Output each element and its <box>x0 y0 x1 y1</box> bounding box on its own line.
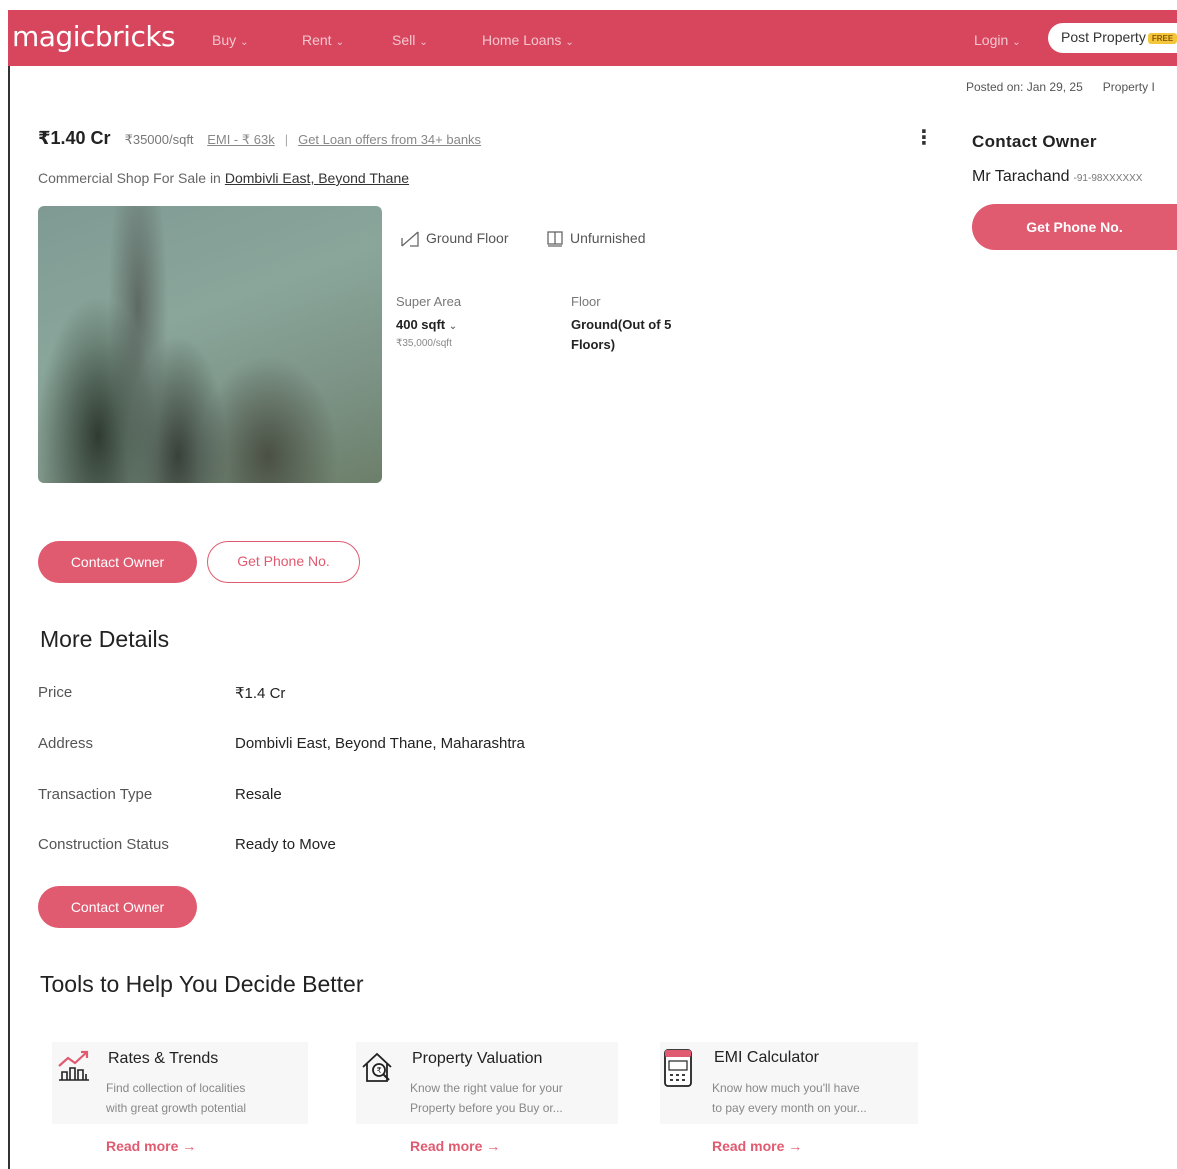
listing-price: ₹1.40 Cr <box>38 128 111 148</box>
divider: | <box>284 132 289 147</box>
furnishing-icon <box>547 231 563 247</box>
listing-location-link[interactable]: Dombivli East, Beyond Thane <box>225 170 409 186</box>
get-phone-button[interactable]: Get Phone No. <box>207 541 360 583</box>
super-area-value-text: 400 sqft <box>396 317 446 332</box>
super-area-label: Super Area <box>396 294 462 309</box>
detail-value-price: ₹1.4 Cr <box>235 685 286 702</box>
nav-home-loans[interactable]: Home Loans ⌄ <box>482 32 574 48</box>
rates-trends-icon <box>58 1050 89 1081</box>
tool-desc-emi-calculator: Know how much you'll have to pay every mo… <box>712 1078 922 1118</box>
detail-value-address: Dombivli East, Beyond Thane, Maharashtra <box>235 735 525 752</box>
floor-value-line1: Ground(Out of 5 <box>571 317 672 332</box>
tool-desc-line: Know the right value for your <box>410 1081 563 1095</box>
nav-buy-label: Buy <box>212 32 237 48</box>
emi-calculator-icon <box>664 1049 692 1087</box>
property-id: Property I <box>1102 80 1155 94</box>
floor-chip: Ground Floor <box>400 230 508 248</box>
arrow-right-icon: → <box>486 1138 501 1154</box>
chevron-down-icon: ⌄ <box>240 37 249 48</box>
owner-info: Mr Tarachand -91-98XXXXXX <box>972 168 1142 186</box>
furnishing-chip-label: Unfurnished <box>570 230 646 246</box>
chevron-down-icon[interactable]: ⌄ <box>449 321 457 332</box>
tool-desc-line: with great growth potential <box>106 1101 247 1115</box>
chevron-down-icon: ⌄ <box>335 37 344 48</box>
emi-link[interactable]: EMI - ₹ 63k <box>207 132 275 147</box>
nav-sell-label: Sell <box>392 32 416 48</box>
chevron-down-icon: ⌄ <box>419 37 428 48</box>
page-frame-border <box>8 66 10 1169</box>
floor-chip-label: Ground Floor <box>426 230 509 246</box>
sidebar-contact-title: Contact Owner <box>972 132 1097 151</box>
nav-sell[interactable]: Sell ⌄ <box>392 32 428 48</box>
read-more-property-valuation[interactable]: Read more → <box>410 1138 500 1154</box>
tool-desc-line: Know how much you'll have <box>712 1081 860 1095</box>
read-more-emi-calculator[interactable]: Read more → <box>712 1138 802 1154</box>
nav-buy[interactable]: Buy ⌄ <box>212 32 249 48</box>
arrow-right-icon: → <box>182 1138 197 1154</box>
super-area-value: 400 sqft ⌄ <box>396 315 457 337</box>
read-more-label: Read more <box>106 1138 179 1154</box>
chevron-down-icon: ⌄ <box>565 37 574 48</box>
nav-login-label: Login <box>974 32 1009 48</box>
free-badge: FREE <box>1147 32 1177 44</box>
listing-type: Commercial Shop For Sale in <box>38 170 221 186</box>
tool-title-property-valuation: Property Valuation <box>412 1050 543 1067</box>
nav-rent[interactable]: Rent ⌄ <box>302 32 344 48</box>
contact-owner-button[interactable]: Contact Owner <box>38 541 197 583</box>
top-nav-bar: magicbricks Buy ⌄ Rent ⌄ Sell ⌄ Home Loans ⌄… <box>8 10 1177 66</box>
owner-phone-masked: -91-98XXXXXX <box>1073 173 1143 184</box>
read-more-rates-trends[interactable]: Read more → <box>106 1138 196 1154</box>
chevron-down-icon: ⌄ <box>1012 37 1021 48</box>
more-details-title: More Details <box>40 626 170 652</box>
super-area-rate: ₹35,000/sqft <box>396 338 452 349</box>
tool-desc-line: to pay every month on your... <box>712 1101 867 1115</box>
nav-rent-label: Rent <box>302 32 332 48</box>
detail-label-construction: Construction Status <box>38 836 169 853</box>
property-photo[interactable] <box>38 206 382 483</box>
tools-title: Tools to Help You Decide Better <box>40 971 364 997</box>
more-options-icon[interactable]: ⋮ <box>914 125 934 150</box>
listing-subtitle: Commercial Shop For Sale in Dombivli East… <box>38 170 409 186</box>
detail-label-address: Address <box>38 735 94 752</box>
svg-text:₹: ₹ <box>377 1066 382 1075</box>
post-property-label: Post Property <box>1061 29 1146 45</box>
sidebar-get-phone-button[interactable]: Get Phone No. <box>972 204 1177 250</box>
price-line: ₹1.40 Cr ₹35000/sqft EMI - ₹ 63k | Get Loan… <box>38 128 481 149</box>
furnishing-chip: Unfurnished <box>546 230 646 248</box>
post-property-button[interactable]: Post Property FREE <box>1048 23 1177 53</box>
loan-offers-link[interactable]: Get Loan offers from 34+ banks <box>298 132 481 147</box>
floor-icon <box>401 231 419 247</box>
floor-value-line2: Floors) <box>571 337 616 352</box>
nav-home-loans-label: Home Loans <box>482 32 562 48</box>
tool-title-emi-calculator: EMI Calculator <box>714 1049 819 1066</box>
read-more-label: Read more <box>410 1138 483 1154</box>
tool-desc-rates-trends: Find collection of localities with great … <box>106 1078 316 1118</box>
tool-desc-property-valuation: Know the right value for your Property be… <box>410 1078 620 1118</box>
magicbricks-logo[interactable]: magicbricks <box>12 20 176 53</box>
detail-value-construction: Ready to Move <box>235 836 336 853</box>
arrow-right-icon: → <box>788 1138 803 1154</box>
nav-login[interactable]: Login ⌄ <box>974 32 1021 48</box>
read-more-label: Read more <box>712 1138 785 1154</box>
owner-name: Mr Tarachand <box>972 168 1070 185</box>
detail-label-price: Price <box>38 684 73 701</box>
price-per-sqft: ₹35000/sqft <box>124 132 194 147</box>
posted-date: Posted on: Jan 29, 25 <box>966 80 1083 94</box>
floor-label: Floor <box>571 294 601 309</box>
property-valuation-icon: ₹ <box>362 1052 392 1082</box>
detail-value-transaction: Resale <box>235 786 282 803</box>
tool-desc-line: Find collection of localities <box>106 1081 246 1095</box>
posted-meta: Posted on: Jan 29, 25 Property I <box>966 80 1155 94</box>
tool-desc-line: Property before you Buy or... <box>410 1101 563 1115</box>
detail-label-transaction: Transaction Type <box>38 786 153 803</box>
tool-title-rates-trends: Rates & Trends <box>108 1050 219 1067</box>
contact-owner-button-secondary[interactable]: Contact Owner <box>38 886 197 928</box>
